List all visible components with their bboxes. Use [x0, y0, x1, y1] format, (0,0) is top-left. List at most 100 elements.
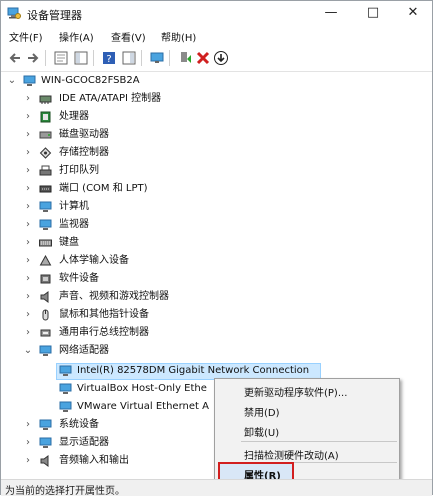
expand-chevron-icon[interactable]: › — [23, 108, 33, 126]
tree-item-disk[interactable]: › 磁盘驱动器 — [1, 126, 433, 144]
monitor-icon — [39, 219, 52, 230]
expand-chevron-icon[interactable]: › — [23, 90, 33, 108]
tree-item-mouse[interactable]: › 鼠标和其他指针设备 — [1, 306, 433, 324]
expand-chevron-icon[interactable]: › — [23, 162, 33, 180]
expand-chevron-icon[interactable]: › — [23, 324, 33, 342]
tree-label: 人体学输入设备 — [59, 255, 129, 266]
mouse-icon — [42, 309, 49, 321]
tree-label: 显示适配器 — [59, 437, 109, 448]
tree-label: 系统设备 — [59, 419, 99, 430]
hid-icon — [39, 255, 52, 266]
tree-label: 磁盘驱动器 — [59, 129, 109, 140]
back-arrow-icon[interactable] — [7, 50, 23, 66]
tree-label: 计算机 — [59, 201, 89, 212]
menu-separator — [241, 441, 397, 442]
tree-root[interactable]: ⌄ WIN-GCOC82FSB2A — [1, 72, 433, 90]
ide-controller-icon — [39, 95, 52, 104]
tree-label: 鼠标和其他指针设备 — [59, 309, 149, 320]
tree-item-print-queue[interactable]: › 打印队列 — [1, 162, 433, 180]
tree-label: 通用串行总线控制器 — [59, 327, 149, 338]
port-icon — [39, 185, 52, 193]
menu-item-scan-hardware[interactable]: 扫描检测硬件改动(A) — [244, 447, 339, 462]
properties-sheet-icon[interactable] — [53, 50, 69, 66]
tree-label: 处理器 — [59, 111, 89, 122]
tree-label: 软件设备 — [59, 273, 99, 284]
network-card-icon — [59, 365, 72, 376]
tree-label: 网络适配器 — [59, 345, 109, 356]
expand-chevron-icon[interactable]: › — [23, 434, 33, 452]
minimize-button[interactable]: — — [311, 1, 351, 25]
collapse-chevron-icon[interactable]: ⌄ — [7, 72, 17, 90]
show-hide-tree-icon[interactable] — [73, 50, 89, 66]
expand-chevron-icon[interactable]: › — [23, 306, 33, 324]
computer-icon — [39, 201, 52, 212]
tree-item-hid[interactable]: › 人体学输入设备 — [1, 252, 433, 270]
maximize-button[interactable]: □ — [353, 1, 393, 25]
network-card-icon — [59, 383, 72, 394]
action-pane-icon[interactable] — [121, 50, 137, 66]
tree-item-network-adapters[interactable]: ⌄ 网络适配器 — [1, 342, 433, 360]
tree-item-keyboard[interactable]: › 键盘 — [1, 234, 433, 252]
expand-chevron-icon[interactable]: › — [23, 452, 33, 470]
menu-item-update-driver[interactable]: 更新驱动程序软件(P)... — [244, 384, 347, 399]
expand-chevron-icon[interactable]: › — [23, 216, 33, 234]
tree-label: 存储控制器 — [59, 147, 109, 158]
scan-monitor-icon[interactable] — [149, 50, 165, 66]
tree-label: 监视器 — [59, 219, 89, 230]
tree-label: 声音、视频和游戏控制器 — [59, 291, 169, 302]
network-adapter-icon — [39, 345, 52, 356]
software-device-icon — [40, 274, 51, 284]
update-driver-icon[interactable] — [177, 50, 193, 66]
tree-item-storage[interactable]: › 存储控制器 — [1, 144, 433, 162]
forward-arrow-icon[interactable] — [25, 50, 41, 66]
expand-chevron-icon[interactable]: › — [23, 416, 33, 434]
window-title: 设备管理器 — [27, 9, 82, 22]
tree-label: 音频输入和输出 — [59, 455, 129, 466]
tree-item-ide[interactable]: › IDE ATA/ATAPI 控制器 — [1, 90, 433, 108]
collapse-chevron-icon[interactable]: ⌄ — [23, 342, 33, 360]
tree-label: VMware Virtual Ethernet A — [77, 401, 209, 412]
menu-item-uninstall[interactable]: 卸载(U) — [244, 424, 279, 439]
menu-action[interactable]: 操作(A) — [59, 29, 94, 44]
menu-item-disable[interactable]: 禁用(D) — [244, 404, 280, 419]
tree-label: 端口 (COM 和 LPT) — [59, 183, 148, 194]
tree-item-monitor[interactable]: › 监视器 — [1, 216, 433, 234]
svg-text:?: ? — [106, 54, 111, 65]
device-manager-window: 设备管理器 — □ ✕ 文件(F) 操作(A) 查看(V) 帮助(H) ? ⌄ — [0, 0, 433, 497]
root-label: WIN-GCOC82FSB2A — [41, 75, 140, 86]
tree-item-ports[interactable]: › 端口 (COM 和 LPT) — [1, 180, 433, 198]
expand-chevron-icon[interactable]: › — [23, 270, 33, 288]
usb-icon — [40, 329, 51, 337]
tree-label: 键盘 — [59, 237, 79, 248]
expand-chevron-icon[interactable]: › — [23, 180, 33, 198]
menu-help[interactable]: 帮助(H) — [161, 29, 196, 44]
expand-chevron-icon[interactable]: › — [23, 234, 33, 252]
menu-file[interactable]: 文件(F) — [9, 29, 43, 44]
tree-item-usb[interactable]: › 通用串行总线控制器 — [1, 324, 433, 342]
expand-chevron-icon[interactable]: › — [23, 288, 33, 306]
close-button[interactable]: ✕ — [393, 1, 433, 25]
keyboard-icon — [39, 239, 52, 247]
disk-drive-icon — [39, 131, 52, 139]
help-icon[interactable]: ? — [101, 50, 117, 66]
expand-chevron-icon[interactable]: › — [23, 126, 33, 144]
toolbar: ? — [1, 45, 432, 72]
disable-down-arrow-icon[interactable] — [213, 50, 229, 66]
expand-chevron-icon[interactable]: › — [23, 252, 33, 270]
menu-view[interactable]: 查看(V) — [111, 29, 146, 44]
uninstall-x-icon[interactable] — [195, 50, 211, 66]
menu-bar: 文件(F) 操作(A) 查看(V) 帮助(H) — [1, 27, 432, 45]
tree-item-computer[interactable]: › 计算机 — [1, 198, 433, 216]
processor-icon — [40, 111, 51, 123]
tree-item-processor[interactable]: › 处理器 — [1, 108, 433, 126]
context-menu: 更新驱动程序软件(P)... 禁用(D) 卸载(U) 扫描检测硬件改动(A) 属… — [214, 378, 400, 488]
display-adapter-icon — [39, 437, 52, 448]
tree-item-sound[interactable]: › 声音、视频和游戏控制器 — [1, 288, 433, 306]
tree-item-software-devices[interactable]: › 软件设备 — [1, 270, 433, 288]
expand-chevron-icon[interactable]: › — [23, 198, 33, 216]
network-card-icon — [59, 401, 72, 412]
printer-icon — [39, 165, 52, 176]
storage-controller-icon — [39, 147, 52, 159]
expand-chevron-icon[interactable]: › — [23, 144, 33, 162]
tree-label: 打印队列 — [59, 165, 99, 176]
